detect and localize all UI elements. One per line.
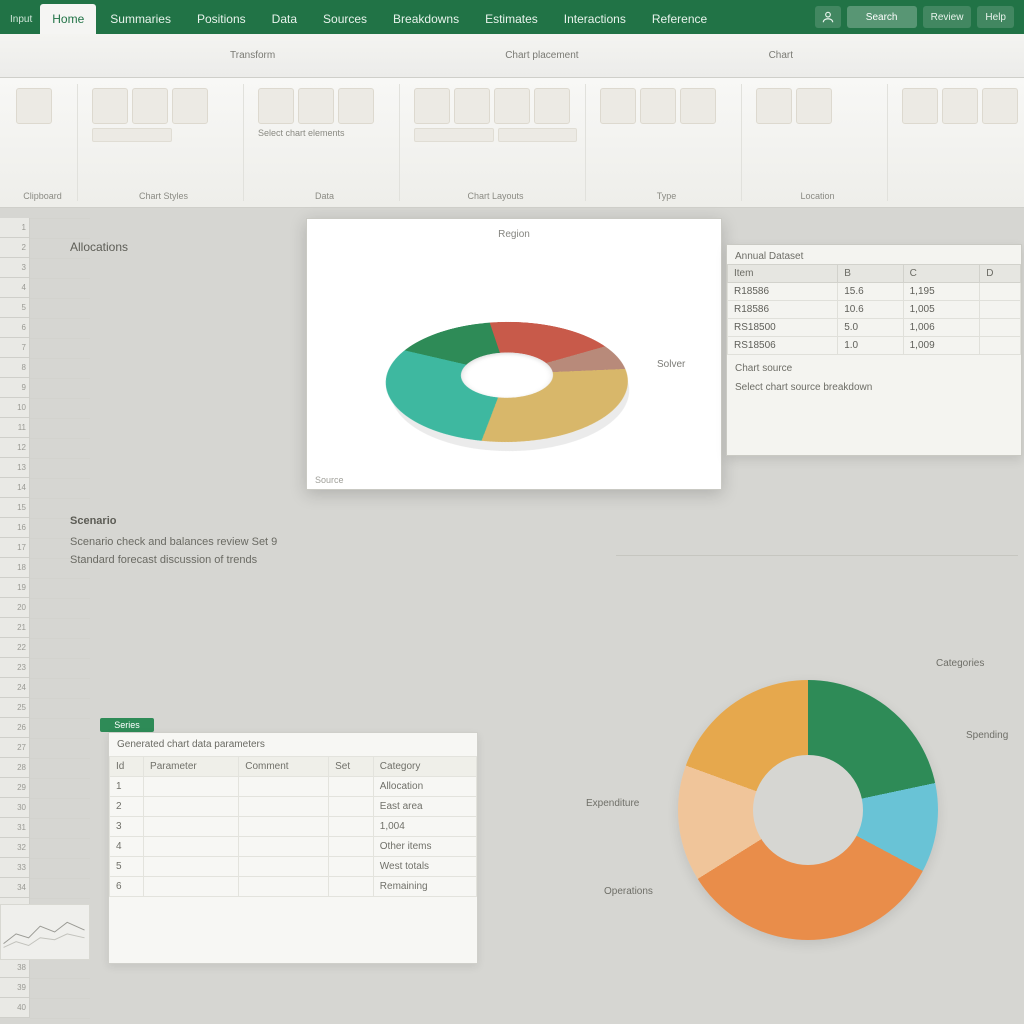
data-panel: Annual Dataset Item B C D R1858615.61,19… <box>726 244 1022 456</box>
divider <box>616 555 1018 556</box>
group-type-label: Type <box>592 191 741 201</box>
summary-line-1: Scenario check and balances review Set 9 <box>70 533 618 551</box>
group-data-label: Data <box>250 191 399 201</box>
tab-interactions[interactable]: Interactions <box>552 4 638 34</box>
paste-button[interactable] <box>16 88 52 124</box>
loc-2[interactable] <box>796 88 832 124</box>
extra-3[interactable] <box>982 88 1018 124</box>
tbl2-caption: Generated chart data parameters <box>109 733 477 756</box>
table-row: 31,004 <box>110 817 477 837</box>
help-button[interactable]: Help <box>977 6 1014 28</box>
group-layouts-label: Chart Layouts <box>406 191 585 201</box>
section-title: Allocations <box>70 240 128 254</box>
tab-home[interactable]: Home <box>40 4 96 34</box>
series-tag[interactable]: Series <box>100 718 154 732</box>
style-1[interactable] <box>92 88 128 124</box>
table-row: R1858615.61,195 <box>728 283 1021 301</box>
tab-breakdowns[interactable]: Breakdowns <box>381 4 471 34</box>
search-box[interactable]: Search <box>847 6 917 28</box>
user-icon[interactable] <box>815 6 841 28</box>
extra-2[interactable] <box>942 88 978 124</box>
ribbon-mid-caption: Select chart elements <box>258 128 391 138</box>
type-3[interactable] <box>680 88 716 124</box>
table-row: 6Remaining <box>110 877 477 897</box>
layout-2[interactable] <box>454 88 490 124</box>
panel-table: Item B C D R1858615.61,195 R1858610.61,0… <box>727 264 1021 355</box>
data-btn-3[interactable] <box>338 88 374 124</box>
legend-top: Categories <box>936 658 984 669</box>
sublabel-2: Chart placement <box>505 50 578 61</box>
summary-heading: Scenario <box>70 515 618 527</box>
chart1-label-right: Solver <box>657 359 685 370</box>
tab-data[interactable]: Data <box>260 4 309 34</box>
chart1-title: Region <box>307 229 721 240</box>
style-more[interactable] <box>92 128 172 142</box>
tab-mini-input[interactable]: Input <box>4 4 38 34</box>
table-row: 4Other items <box>110 837 477 857</box>
type-2[interactable] <box>640 88 676 124</box>
panel-th-3[interactable]: D <box>980 265 1021 283</box>
legend-right: Spending <box>966 730 1008 741</box>
ribbon-body: Clipboard Chart Styles Select chart elem… <box>0 78 1024 208</box>
panel-th-2[interactable]: C <box>903 265 980 283</box>
chart-categories-donut[interactable]: Categories Spending Expenditure Operatio… <box>616 640 1016 1000</box>
panel-heading: Annual Dataset <box>727 245 1021 264</box>
style-2[interactable] <box>132 88 168 124</box>
review-button[interactable]: Review <box>923 6 972 28</box>
legend-left: Expenditure <box>586 798 639 809</box>
ribbon-sublabels: Transform Chart placement Chart <box>0 34 1024 78</box>
type-1[interactable] <box>600 88 636 124</box>
move-chart[interactable] <box>756 88 792 124</box>
panel-th-0[interactable]: Item <box>728 265 838 283</box>
layout-more-2[interactable] <box>498 128 578 142</box>
t2-th-1[interactable]: Parameter <box>144 757 239 777</box>
extra-1[interactable] <box>902 88 938 124</box>
table-row: 1Allocation <box>110 777 477 797</box>
tab-estimates[interactable]: Estimates <box>473 4 550 34</box>
layout-1[interactable] <box>414 88 450 124</box>
ribbon-tabstrip: Input Home Summaries Positions Data Sour… <box>0 0 1024 34</box>
summary-line-2: Standard forecast discussion of trends <box>70 551 618 569</box>
layout-more[interactable] <box>414 128 494 142</box>
data-btn-1[interactable] <box>258 88 294 124</box>
sparkline-thumbnail[interactable] <box>0 904 90 960</box>
layout-3[interactable] <box>494 88 530 124</box>
tab-summaries[interactable]: Summaries <box>98 4 183 34</box>
tab-positions[interactable]: Positions <box>185 4 258 34</box>
sublabel-3: Chart <box>769 50 793 61</box>
t2-th-0[interactable]: Id <box>110 757 144 777</box>
tab-reference[interactable]: Reference <box>640 4 719 34</box>
panel-section: Chart source <box>727 355 1021 376</box>
summary-block: Scenario Scenario check and balances rev… <box>70 515 618 569</box>
t2-th-2[interactable]: Comment <box>239 757 329 777</box>
table-row: 2East area <box>110 797 477 817</box>
parameters-table: Generated chart data parameters Id Param… <box>108 732 478 964</box>
panel-th-1[interactable]: B <box>838 265 903 283</box>
group-location-label: Location <box>748 191 887 201</box>
chart-region-pie[interactable]: Region Solver Source <box>306 218 722 490</box>
table-row: 5West totals <box>110 857 477 877</box>
sublabel-1: Transform <box>230 50 275 61</box>
table-row: RS185061.01,009 <box>728 337 1021 355</box>
legend-bottom: Operations <box>604 886 653 897</box>
donut2-body[interactable] <box>678 680 938 940</box>
group-clipboard-label: Clipboard <box>8 191 77 201</box>
t2-th-4[interactable]: Category <box>373 757 476 777</box>
group-styles-label: Chart Styles <box>84 191 243 201</box>
t2-th-3[interactable]: Set <box>329 757 374 777</box>
chart1-caption: Source <box>315 475 344 485</box>
table-row: RS185005.01,006 <box>728 319 1021 337</box>
tab-sources[interactable]: Sources <box>311 4 379 34</box>
data-btn-2[interactable] <box>298 88 334 124</box>
panel-footer: Select chart source breakdown <box>727 376 1021 399</box>
layout-4[interactable] <box>534 88 570 124</box>
pie3d-body[interactable] <box>382 315 661 455</box>
style-3[interactable] <box>172 88 208 124</box>
table-row: R1858610.61,005 <box>728 301 1021 319</box>
